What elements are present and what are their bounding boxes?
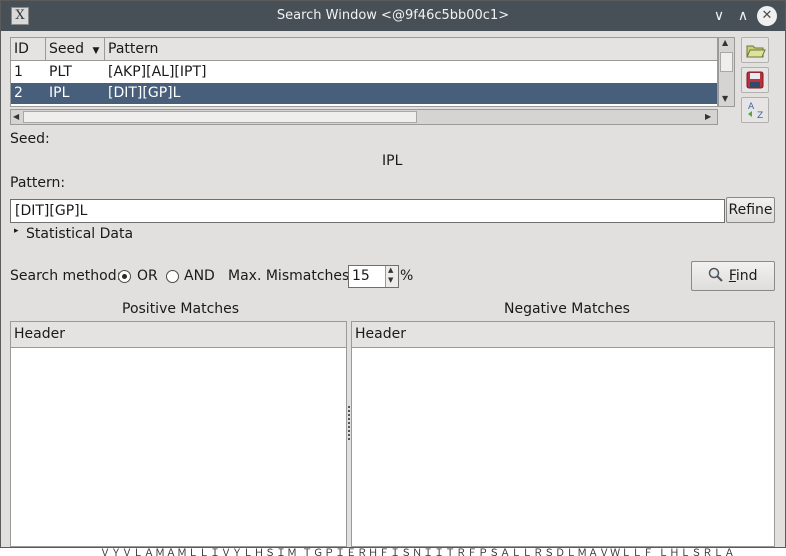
scroll-thumb[interactable] [720,52,733,72]
spin-up-icon[interactable]: ▲ [388,266,393,274]
and-radio[interactable] [166,270,179,283]
save-button[interactable] [741,67,769,93]
maximize-icon[interactable]: ∧ [733,6,753,26]
column-header-seed-label: Seed [49,41,84,57]
row-id: 1 [14,64,23,80]
search-method-label: Search method: [10,268,122,284]
scroll-thumb[interactable] [23,111,417,123]
minimize-icon[interactable]: ∨ [709,6,729,26]
statistical-data-toggle[interactable]: Statistical Data [26,226,133,242]
table-vertical-scrollbar[interactable]: ▲ ▼ [718,37,735,107]
window-title: Search Window <@9f46c5bb00c1> [276,8,510,23]
scroll-left-icon[interactable]: ◀ [13,112,19,121]
svg-text:A: A [748,102,755,112]
title-bar[interactable]: X Search Window <@9f46c5bb00c1> ∨ ∧ ✕ [1,1,785,31]
max-mismatches-label: Max. Mismatches: [228,268,355,284]
percent-label: % [400,268,414,284]
table-row[interactable]: 1 PLT [AKP][AL][IPT] [11,62,717,83]
positive-header[interactable]: Header [11,322,346,348]
find-mnemonic: F [728,268,736,284]
close-icon[interactable]: ✕ [757,6,777,26]
sort-az-icon: A Z [748,102,763,121]
column-header-id[interactable]: ID [11,38,46,61]
seed-value: IPL [382,153,403,169]
seed-table: ID Seed ▼ Pattern 1 PLT [AKP][AL][IPT] 2… [10,37,718,107]
open-button[interactable] [741,37,769,63]
row-pattern: [DIT][GP]L [108,85,181,101]
spin-down-icon[interactable]: ▼ [388,276,393,284]
spinner-buttons[interactable]: ▲ ▼ [385,266,398,287]
radio-selected-dot [122,274,127,279]
negative-matches-title: Negative Matches [504,301,630,317]
row-id: 2 [14,85,23,101]
sort-button[interactable]: A Z [741,97,769,123]
negative-matches-list[interactable]: Header [351,321,775,547]
refine-button[interactable]: Refine [726,197,775,223]
find-button[interactable]: Find [691,261,775,291]
sort-desc-icon: ▼ [92,46,100,56]
scroll-up-icon[interactable]: ▲ [722,38,728,47]
table-horizontal-scrollbar[interactable]: ◀ ▶ [10,109,718,125]
row-seed: PLT [49,64,72,80]
pattern-input[interactable]: [DIT][GP]L [10,199,725,223]
save-icon [746,71,764,89]
pane-splitter-handle[interactable] [348,406,350,440]
table-header: ID Seed ▼ Pattern [11,38,717,61]
row-seed: IPL [49,85,70,101]
scroll-right-icon[interactable]: ▶ [705,112,711,121]
or-label[interactable]: OR [137,268,158,284]
positive-matches-list[interactable]: Header [10,321,347,547]
negative-header[interactable]: Header [352,322,774,348]
and-label[interactable]: AND [184,268,215,284]
max-mismatches-value: 15 [352,268,370,284]
column-header-pattern[interactable]: Pattern [105,38,717,61]
expand-arrow-icon[interactable]: ▸ [14,226,19,236]
scroll-down-icon[interactable]: ▼ [722,94,728,103]
seed-label: Seed: [10,131,50,147]
table-row-selected[interactable]: 2 IPL [DIT][GP]L [11,83,717,104]
search-window: X Search Window <@9f46c5bb00c1> ∨ ∧ ✕ ID… [0,0,786,548]
open-folder-icon [746,45,766,58]
column-header-seed[interactable]: Seed ▼ [46,38,105,61]
positive-matches-title: Positive Matches [122,301,240,317]
magnifier-icon [709,267,724,282]
pattern-label: Pattern: [10,175,66,191]
find-label-rest: ind [735,268,758,284]
max-mismatches-spinner[interactable]: 15 ▲ ▼ [348,265,399,288]
or-radio[interactable] [118,270,131,283]
row-pattern: [AKP][AL][IPT] [108,64,207,80]
background-window-text: ＶＹＶＬＡＭＡＭＬＬＩＶＹＬＨＳＩＭ ＴＧＰＩＥＲＨＦＩＳＮＩＩＴＲＦＰＳＡＬＬ… [100,548,736,556]
svg-text:Z: Z [757,111,763,121]
